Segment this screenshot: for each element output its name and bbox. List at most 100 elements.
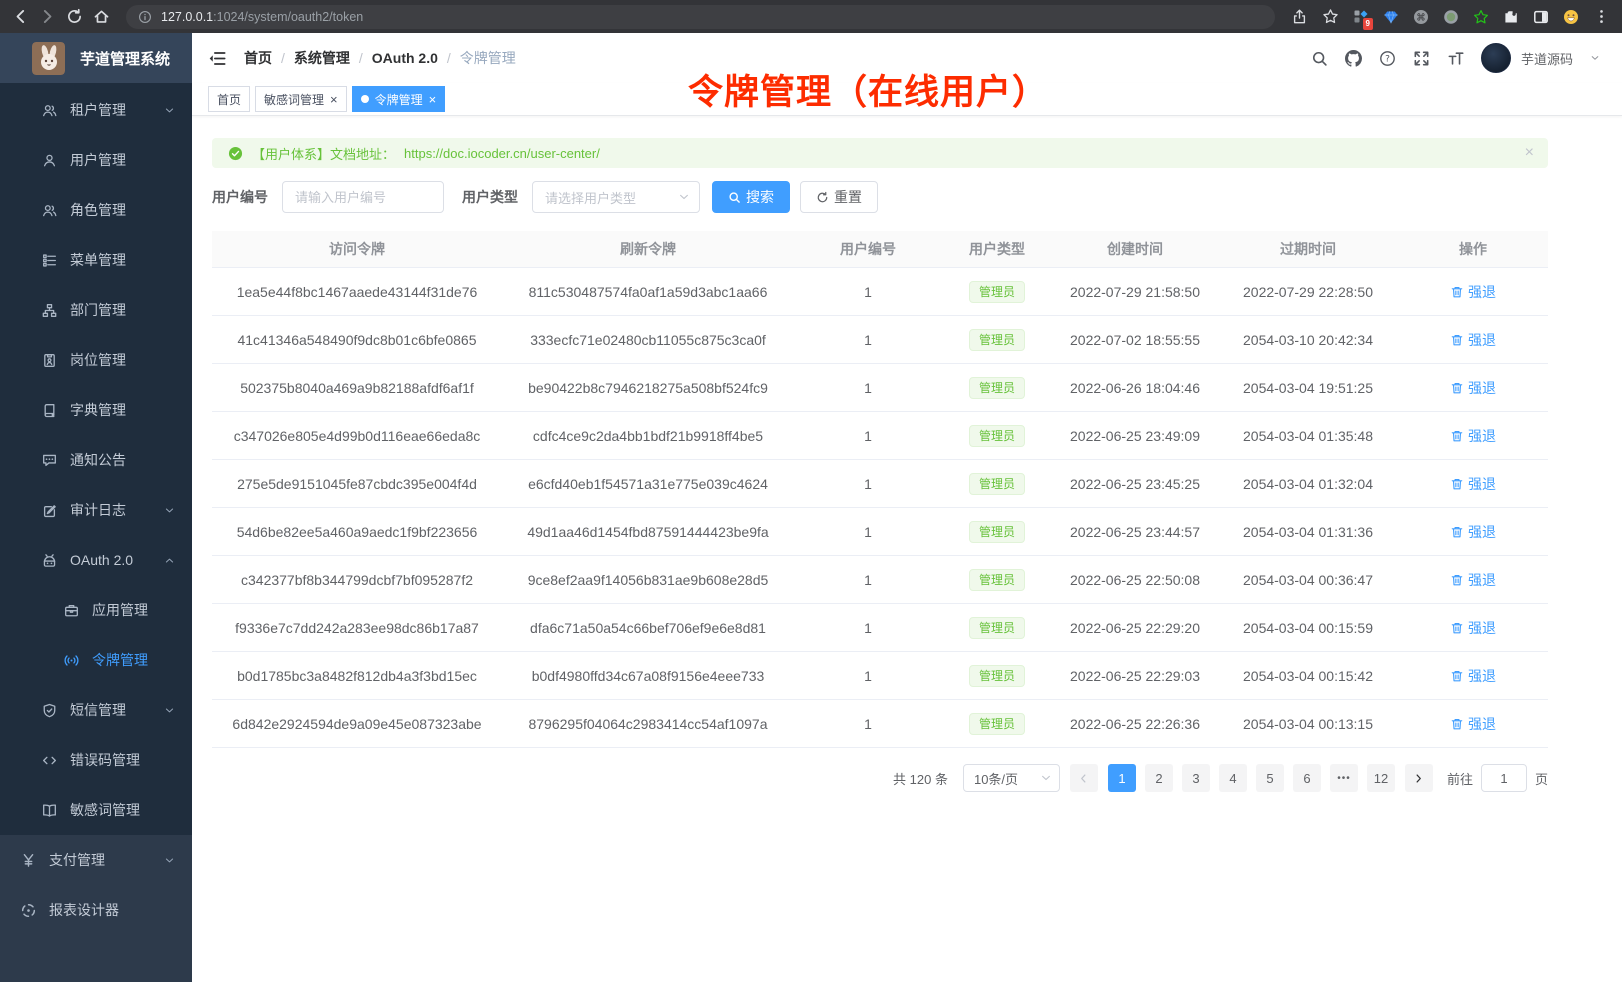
browser-chrome: 127.0.0.1:1024/system/oauth2/token 9 ⌘ [0,0,1622,33]
sidebar-item-角色管理[interactable]: 角色管理 [0,185,192,235]
sidebar-item-短信管理[interactable]: 短信管理 [0,685,192,735]
user-type-cell: 管理员 [942,473,1052,495]
sidebar-item-菜单管理[interactable]: 菜单管理 [0,235,192,285]
font-size-icon[interactable] [1447,50,1464,67]
sidebar-item-租户管理[interactable]: 租户管理 [0,85,192,135]
sidebar-item-审计日志[interactable]: 审计日志 [0,485,192,535]
page-number-4[interactable]: 4 [1219,764,1247,792]
breadcrumb-item[interactable]: 系统管理 [294,48,350,68]
extgrid-extension-icon[interactable]: 9 [1353,9,1369,25]
access-token-cell: 275e5de9151045fe87cbdc395e004f4d [212,476,502,492]
caret-down-icon[interactable] [1590,53,1600,63]
address-bar[interactable]: 127.0.0.1:1024/system/oauth2/token [126,5,1275,29]
panel-extension-icon[interactable] [1533,9,1549,25]
page-number-1[interactable]: 1 [1108,764,1136,792]
sidebar-item-OAuth 2.0[interactable]: OAuth 2.0 [0,535,192,585]
force-logout-button[interactable]: 强退 [1450,714,1496,734]
chevron-down-icon [164,855,175,866]
sidebar-item-敏感词管理[interactable]: 敏感词管理 [0,785,192,835]
fullscreen-icon[interactable] [1413,50,1430,67]
prev-page-button[interactable] [1070,764,1098,792]
sidebar-item-令牌管理[interactable]: 令牌管理 [0,635,192,685]
force-logout-button[interactable]: 强退 [1450,330,1496,350]
force-logout-button[interactable]: 强退 [1450,426,1496,446]
sidebar-item-用户管理[interactable]: 用户管理 [0,135,192,185]
gem-extension-icon[interactable] [1383,9,1399,25]
app-logo[interactable]: 芋道管理系统 [0,33,192,83]
page-number-5[interactable]: 5 [1256,764,1284,792]
cmdcircle-extension-icon[interactable]: ⌘ [1413,9,1429,25]
home-icon[interactable] [93,8,110,25]
logo-image [32,42,65,75]
page-size-select[interactable]: 10条/页 [963,764,1060,792]
page-ellipsis[interactable]: ••• [1330,764,1358,792]
help-icon[interactable]: ? [1379,50,1396,67]
share-icon[interactable] [1291,8,1308,25]
page-number-2[interactable]: 2 [1145,764,1173,792]
force-logout-button[interactable]: 强退 [1450,666,1496,686]
goto-page-input[interactable] [1481,764,1527,792]
sidebar-collapse-icon[interactable] [208,49,227,68]
search-icon[interactable] [1311,50,1328,67]
sidebar-item-岗位管理[interactable]: 岗位管理 [0,335,192,385]
user-type-badge: 管理员 [969,473,1025,495]
alert-banner: 【用户体系】文档地址： https://doc.iocoder.cn/user-… [212,138,1548,168]
breadcrumb-item[interactable]: OAuth 2.0 [372,50,438,66]
trash-icon [1450,477,1464,491]
force-logout-button[interactable]: 强退 [1450,522,1496,542]
browser-menu-icon[interactable] [1593,8,1610,25]
user-type-cell: 管理员 [942,617,1052,639]
sidebar-item-label: 错误码管理 [70,750,140,770]
user-type-badge: 管理员 [969,713,1025,735]
force-logout-button[interactable]: 强退 [1450,474,1496,494]
close-icon[interactable]: × [330,93,338,106]
force-logout-button[interactable]: 强退 [1450,618,1496,638]
username[interactable]: 芋道源码 [1521,49,1573,68]
sidebar-item-部门管理[interactable]: 部门管理 [0,285,192,335]
user-type-select[interactable]: 请选择用户类型 [532,181,700,213]
reset-button[interactable]: 重置 [800,181,878,213]
greenstar-extension-icon[interactable] [1473,9,1489,25]
page-number-3[interactable]: 3 [1182,764,1210,792]
force-logout-button[interactable]: 强退 [1450,570,1496,590]
action-cell: 强退 [1398,426,1548,446]
puzzle-extension-icon[interactable] [1503,9,1519,25]
reccircle-extension-icon[interactable] [1443,9,1459,25]
forward-icon[interactable] [39,8,56,25]
force-logout-button[interactable]: 强退 [1450,378,1496,398]
alert-link[interactable]: https://doc.iocoder.cn/user-center/ [404,146,600,161]
tab-首页[interactable]: 首页 [208,86,250,112]
sidebar-item-字典管理[interactable]: 字典管理 [0,385,192,435]
next-page-button[interactable] [1405,764,1433,792]
back-icon[interactable] [12,8,29,25]
tab-令牌管理[interactable]: 令牌管理× [352,86,446,112]
table-row: c347026e805e4d99b0d116eae66eda8ccdfc4ce9… [212,412,1548,460]
org-icon [42,303,57,318]
sidebar-item-报表设计器[interactable]: 报表设计器 [0,885,192,935]
page-number-6[interactable]: 6 [1293,764,1321,792]
sidebar-item-支付管理[interactable]: 支付管理 [0,835,192,885]
user-id-input[interactable] [282,181,444,213]
access-token-cell: f9336e7c7dd242a283ee98dc86b17a87 [212,620,502,636]
close-icon[interactable]: × [429,93,437,106]
avatar[interactable] [1481,43,1511,73]
sidebar-item-通知公告[interactable]: 通知公告 [0,435,192,485]
sidebar-item-应用管理[interactable]: 应用管理 [0,585,192,635]
bookmark-star-icon[interactable] [1322,8,1339,25]
close-icon[interactable]: × [1525,145,1534,161]
robot-icon [42,553,57,568]
github-icon[interactable] [1345,50,1362,67]
force-logout-button[interactable]: 强退 [1450,282,1496,302]
tab-label: 敏感词管理 [264,91,324,108]
site-info-icon[interactable] [138,10,152,24]
breadcrumb-item[interactable]: 首页 [244,48,272,68]
trash-icon [1450,525,1464,539]
sidebar-item-错误码管理[interactable]: 错误码管理 [0,735,192,785]
tab-敏感词管理[interactable]: 敏感词管理 × [255,86,347,112]
search-button[interactable]: 搜索 [712,181,790,213]
smiley-extension-icon[interactable] [1563,9,1579,25]
reload-icon[interactable] [66,8,83,25]
refresh-token-cell: b0df4980ffd34c67a08f9156e4eee733 [502,668,794,684]
trash-icon [1450,669,1464,683]
page-number-12[interactable]: 12 [1367,764,1395,792]
